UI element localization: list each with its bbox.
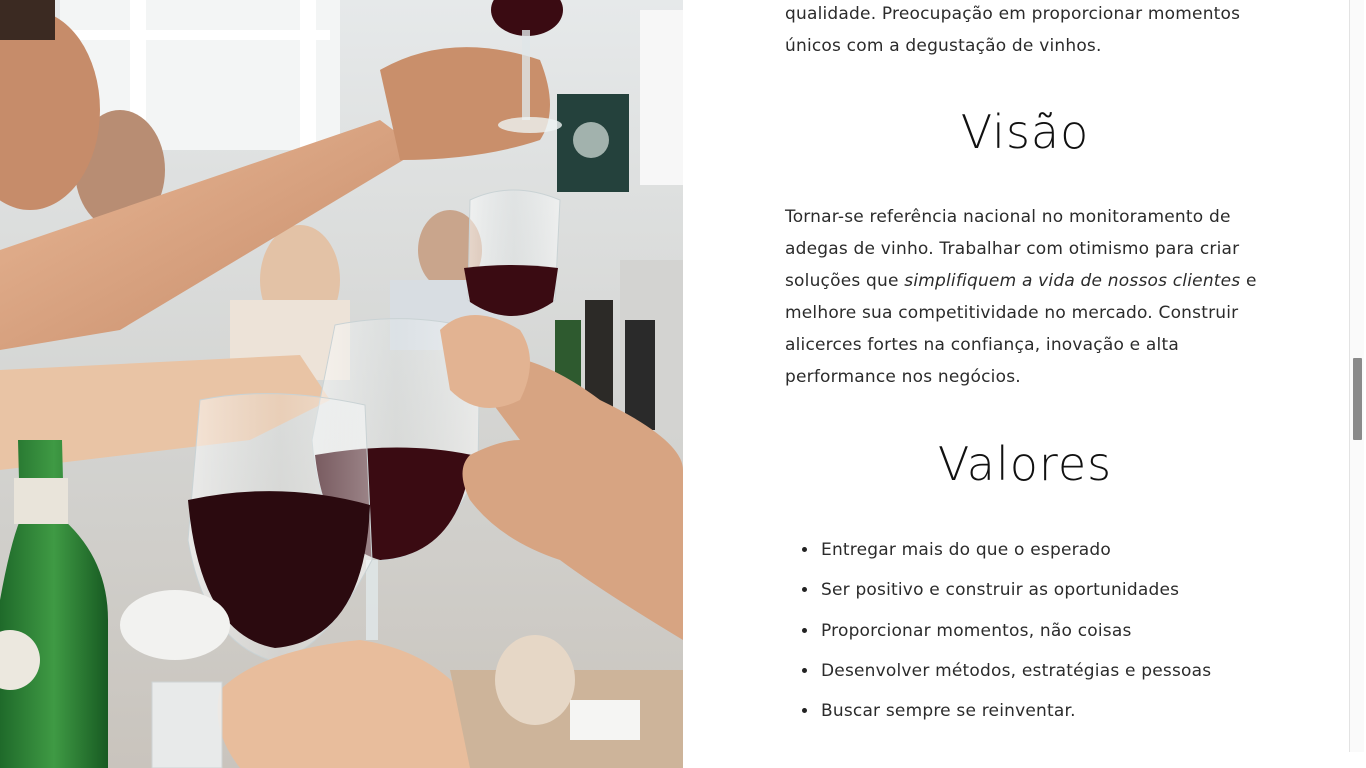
bullet-icon [802,708,807,714]
wine-toast-photo [0,0,683,768]
list-item: Buscar sempre se reinventar. [802,691,1271,731]
value-label: Desenvolver métodos, estratégias e pesso… [821,660,1212,681]
scrollbar-thumb[interactable] [1353,358,1362,440]
bullet-icon [802,587,807,593]
vision-heading: Visão [960,105,1090,159]
values-list: Entregar mais do que o esperado Ser posi… [785,530,1271,731]
value-label: Proporcionar momentos, não coisas [821,620,1132,641]
list-item: Proporcionar momentos, não coisas [802,611,1271,651]
vision-text: Tornar-se referência nacional no monitor… [785,201,1265,393]
page-scrollbar[interactable] [1349,0,1364,752]
list-item: Entregar mais do que o esperado [802,530,1271,570]
vision-text-emphasis: simplifiquem a vida de nossos clientes [904,271,1241,291]
bullet-icon [802,547,807,552]
list-item: Desenvolver métodos, estratégias e pesso… [802,651,1271,691]
mission-text-tail: qualidade. Preocupação em proporcionar m… [785,0,1265,62]
bullet-icon [802,667,807,673]
value-label: Ser positivo e construir as oportunidade… [821,580,1180,601]
bullet-icon [802,627,807,633]
value-label: Buscar sempre se reinventar. [821,701,1076,722]
mission-line-1: qualidade. Preocupação em proporcionar m… [785,4,1241,24]
mission-line-2: únicos com a degustação de vinhos. [785,36,1102,56]
list-item: Ser positivo e construir as oportunidade… [802,570,1271,610]
values-heading: Valores [937,437,1113,491]
value-label: Entregar mais do que o esperado [821,540,1112,560]
